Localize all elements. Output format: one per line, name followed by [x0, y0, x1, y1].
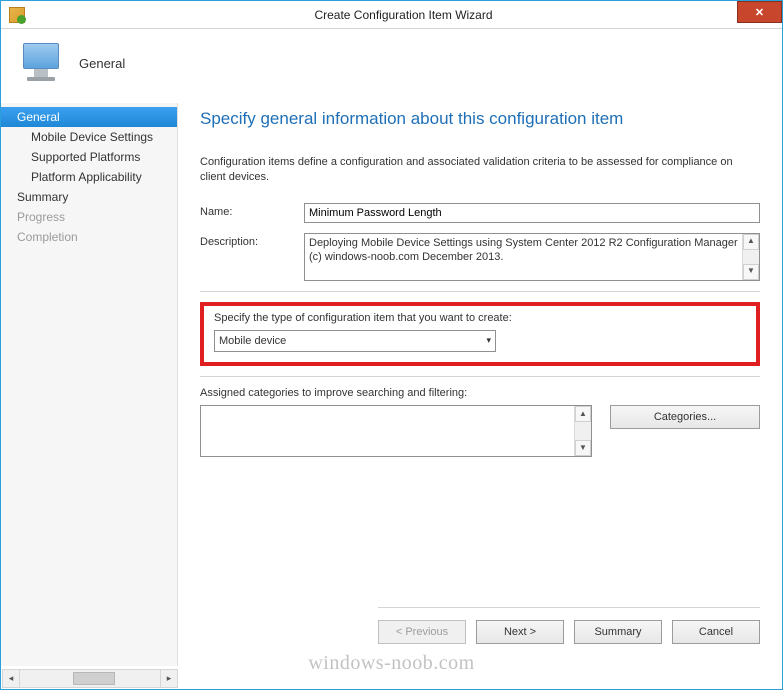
sidebar-item-platform-applicability[interactable]: Platform Applicability: [1, 167, 177, 187]
page-title: Specify general information about this c…: [200, 109, 760, 129]
header-title: General: [79, 56, 125, 71]
divider: [200, 376, 760, 377]
window-title: Create Configuration Item Wizard: [25, 8, 782, 22]
scroll-track[interactable]: [20, 669, 160, 688]
close-icon: ✕: [755, 6, 764, 19]
button-label: < Previous: [396, 626, 448, 638]
divider: [200, 291, 760, 292]
scroll-left-icon[interactable]: ◂: [2, 669, 20, 688]
sidebar-item-label: Mobile Device Settings: [31, 130, 153, 144]
summary-button[interactable]: Summary: [574, 620, 662, 644]
button-label: Summary: [594, 626, 641, 638]
sidebar-horizontal-scrollbar[interactable]: ◂ ▸: [2, 669, 178, 688]
wizard-header: General: [1, 29, 782, 103]
chevron-down-icon: ▾: [486, 335, 491, 346]
button-label: Next >: [504, 626, 536, 638]
sidebar-item-label: Progress: [17, 210, 65, 224]
scroll-up-icon[interactable]: ▲: [575, 406, 591, 422]
wizard-icon: [9, 7, 25, 23]
configuration-type-select[interactable]: Mobile device ▾: [214, 330, 496, 352]
sidebar-item-general[interactable]: General: [1, 107, 177, 127]
titlebar: Create Configuration Item Wizard ✕: [1, 1, 782, 29]
intro-text: Configuration items define a configurati…: [200, 155, 760, 185]
categories-button[interactable]: Categories...: [610, 405, 760, 429]
wizard-footer: < Previous Next > Summary Cancel: [378, 607, 760, 644]
sidebar-item-summary[interactable]: Summary: [1, 187, 177, 207]
sidebar-item-completion: Completion: [1, 227, 177, 247]
type-selection-highlight: Specify the type of configuration item t…: [200, 302, 760, 366]
description-input[interactable]: Deploying Mobile Device Settings using S…: [304, 233, 760, 281]
wizard-sidebar: General Mobile Device Settings Supported…: [1, 103, 178, 666]
button-label: Categories...: [654, 411, 716, 423]
next-button[interactable]: Next >: [476, 620, 564, 644]
description-scrollbar[interactable]: ▲ ▼: [742, 234, 759, 280]
scroll-down-icon[interactable]: ▼: [743, 264, 759, 280]
computer-icon: [19, 41, 63, 85]
button-label: Cancel: [699, 626, 733, 638]
scroll-thumb[interactable]: [73, 672, 115, 685]
name-input[interactable]: [304, 203, 760, 223]
scroll-right-icon[interactable]: ▸: [160, 669, 178, 688]
previous-button: < Previous: [378, 620, 466, 644]
sidebar-item-label: Summary: [17, 190, 68, 204]
sidebar-item-label: Completion: [17, 230, 78, 244]
cancel-button[interactable]: Cancel: [672, 620, 760, 644]
description-text: Deploying Mobile Device Settings using S…: [309, 237, 738, 263]
categories-label: Assigned categories to improve searching…: [200, 387, 760, 399]
close-button[interactable]: ✕: [737, 1, 782, 23]
sidebar-item-label: General: [17, 110, 60, 124]
description-label: Description:: [200, 233, 304, 248]
categories-listbox[interactable]: ▲ ▼: [200, 405, 592, 457]
scroll-down-icon[interactable]: ▼: [575, 440, 591, 456]
sidebar-item-supported-platforms[interactable]: Supported Platforms: [1, 147, 177, 167]
categories-scrollbar[interactable]: ▲ ▼: [574, 406, 591, 456]
wizard-content: Specify general information about this c…: [178, 103, 782, 666]
sidebar-item-label: Supported Platforms: [31, 150, 140, 164]
name-label: Name:: [200, 203, 304, 218]
sidebar-item-progress: Progress: [1, 207, 177, 227]
type-section-label: Specify the type of configuration item t…: [214, 312, 746, 324]
scroll-up-icon[interactable]: ▲: [743, 234, 759, 250]
sidebar-item-mobile-device-settings[interactable]: Mobile Device Settings: [1, 127, 177, 147]
sidebar-item-label: Platform Applicability: [31, 170, 142, 184]
select-value: Mobile device: [219, 335, 286, 347]
